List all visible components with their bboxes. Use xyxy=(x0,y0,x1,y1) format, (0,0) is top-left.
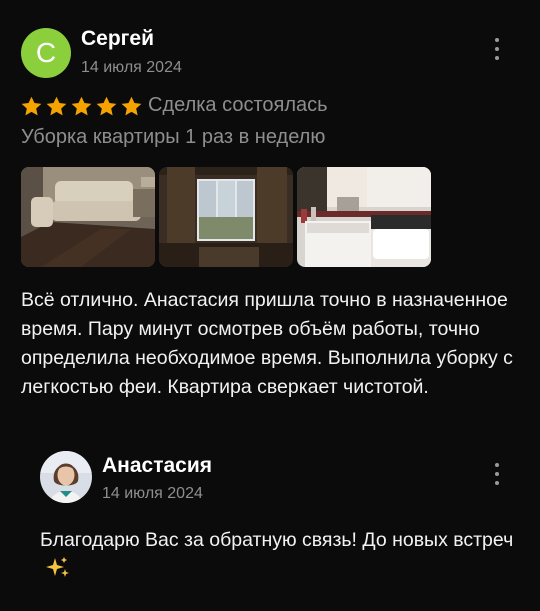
review-more-icon[interactable] xyxy=(493,38,501,60)
bathroom-photo[interactable] xyxy=(297,167,431,267)
photo-gallery xyxy=(21,167,431,267)
service-name: Уборка квартиры 1 раз в неделю xyxy=(21,126,326,148)
star-icon xyxy=(46,96,67,116)
reply-more-icon[interactable] xyxy=(493,463,501,485)
rating-stars xyxy=(20,95,143,118)
window-room-photo[interactable] xyxy=(159,167,293,267)
reply-text-block: Благодарю Вас за обратную связь! До новы… xyxy=(40,525,520,585)
star-icon xyxy=(121,96,142,116)
review-text: Всё отлично. Анастасия пришла точно в на… xyxy=(21,289,513,398)
author-avatar[interactable]: С xyxy=(21,28,71,78)
sparkles-icon xyxy=(46,557,69,577)
reply-date: 14 июля 2024 xyxy=(102,485,203,502)
author-initial: С xyxy=(35,37,57,68)
star-icon xyxy=(96,96,117,116)
deal-status: Сделка состоялась xyxy=(148,94,328,116)
star-icon xyxy=(71,96,92,116)
star-icon xyxy=(21,96,42,116)
reply-text: Благодарю Вас за обратную связь! До новы… xyxy=(40,529,514,551)
review-card: С Сергей 14 июля 2024 Сделка состоялась … xyxy=(0,0,540,611)
review-date: 14 июля 2024 xyxy=(81,59,182,76)
author-name[interactable]: Сергей xyxy=(81,27,154,51)
living-room-photo[interactable] xyxy=(21,167,155,267)
reply-author-avatar[interactable] xyxy=(40,451,92,503)
reply-author-name[interactable]: Анастасия xyxy=(102,454,212,478)
